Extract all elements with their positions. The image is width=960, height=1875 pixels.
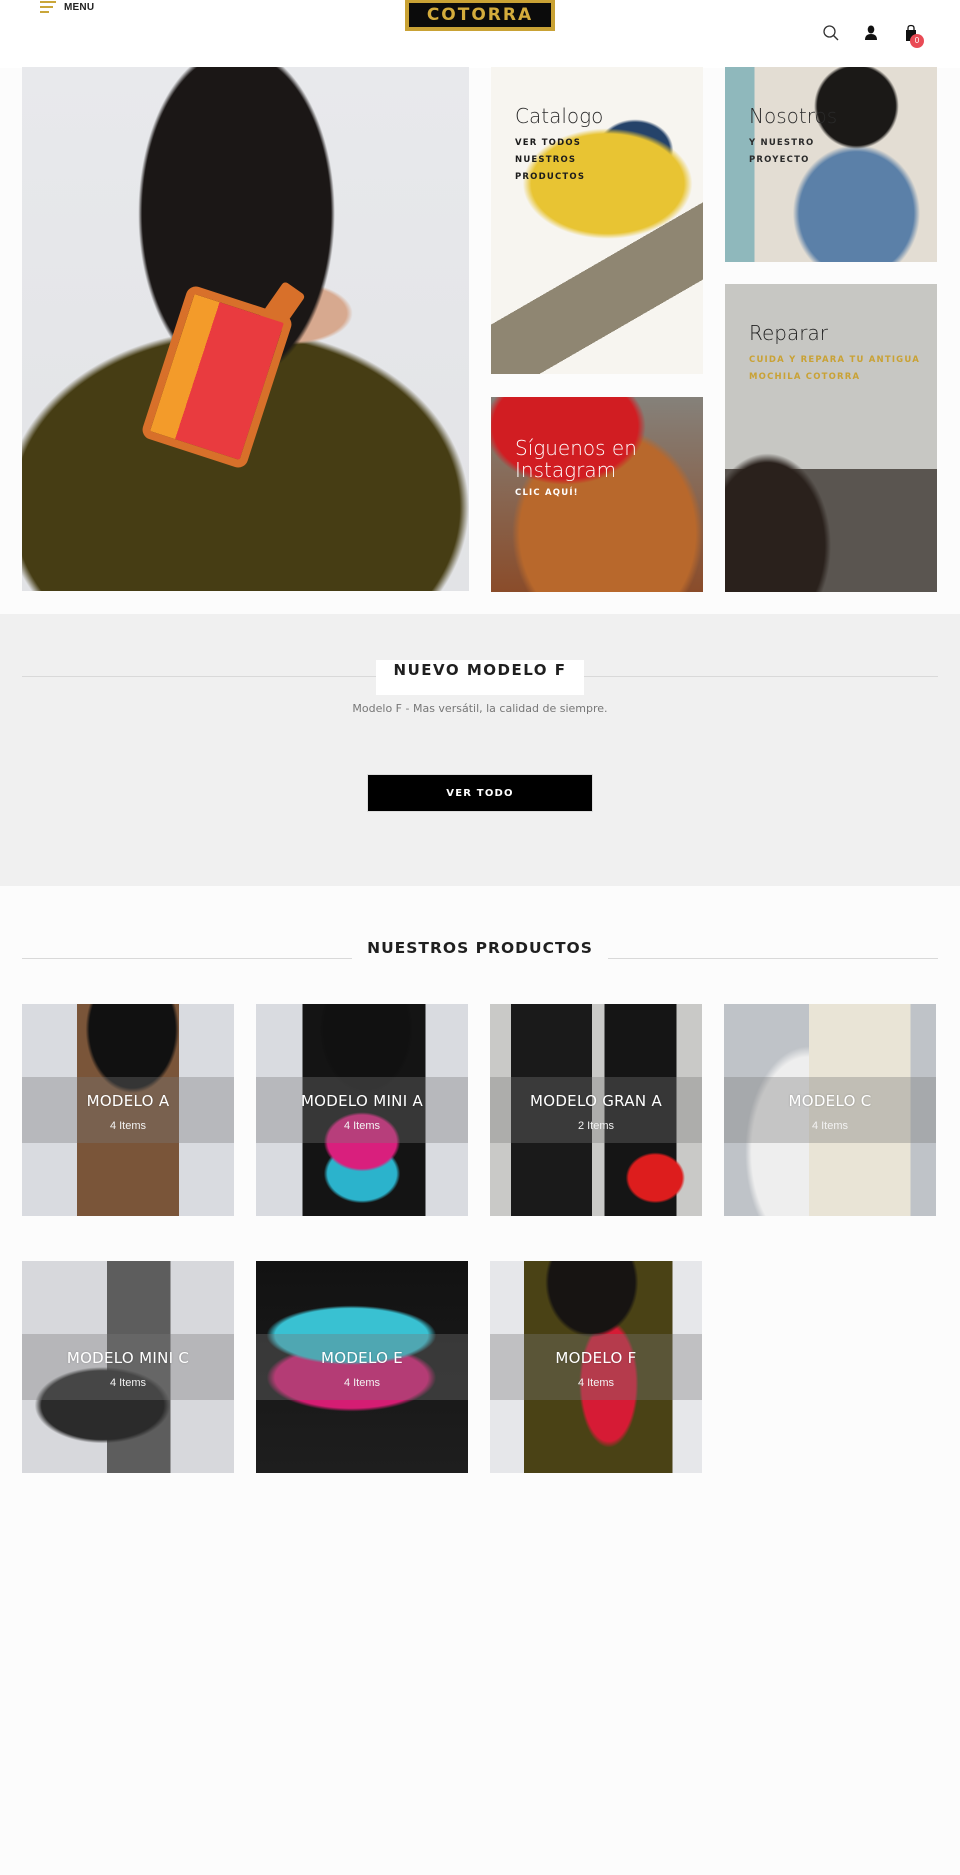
nuevo-modelo-title: NUEVO MODELO F [393, 661, 567, 679]
product-name: MODELO A [86, 1092, 170, 1110]
tile-subtitle: CLIC AQUÍ! [515, 488, 579, 498]
cart-button[interactable]: 0 [902, 24, 924, 48]
tile-subtitle: Y NUESTRO PROYECTO [749, 138, 815, 165]
product-card-modelo-c[interactable]: MODELO C 4 Items [724, 1004, 936, 1216]
product-card-modelo-gran-a[interactable]: MODELO GRAN A 2 Items [490, 1004, 702, 1216]
product-count: 4 Items [109, 1377, 147, 1389]
product-name: MODELO F [555, 1349, 637, 1367]
tile-subtitle: VER TODOS NUESTROS PRODUCTOS [515, 138, 586, 182]
hamburger-icon [40, 1, 56, 13]
nuevo-modelo-subtitle: Modelo F - Mas versátil, la calidad de s… [352, 702, 608, 715]
productos-title: NUESTROS PRODUCTOS [367, 939, 593, 957]
product-name: MODELO E [320, 1349, 404, 1367]
tile-title: Catalogo [515, 104, 604, 128]
productos-title-box: NUESTROS PRODUCTOS [352, 937, 608, 979]
tile-nosotros[interactable]: Nosotros Y NUESTRO PROYECTO [725, 67, 937, 262]
product-count: 2 Items [577, 1120, 615, 1132]
product-name: MODELO MINI A [300, 1092, 424, 1110]
site-logo[interactable]: COTORRA [405, 0, 555, 31]
search-icon [823, 25, 839, 41]
cart-count-badge: 0 [910, 34, 924, 48]
bag-illustration [139, 283, 295, 471]
product-card-modelo-mini-a[interactable]: MODELO MINI A 4 Items [256, 1004, 468, 1216]
product-card-modelo-mini-c[interactable]: MODELO MINI C 4 Items [22, 1261, 234, 1473]
product-name: MODELO MINI C [66, 1349, 190, 1367]
product-count: 4 Items [343, 1377, 381, 1389]
site-header: MENU COTORRA 0 [0, 0, 960, 68]
nuevo-modelo-title-box: NUEVO MODELO F [376, 660, 584, 695]
header-actions: 0 [822, 24, 924, 48]
product-count: 4 Items [109, 1120, 147, 1132]
product-card-modelo-e[interactable]: MODELO E 4 Items [256, 1261, 468, 1473]
product-count: 4 Items [343, 1120, 381, 1132]
hero-main-image[interactable] [22, 67, 469, 591]
menu-button[interactable]: MENU [40, 0, 94, 14]
tile-title: Reparar [749, 321, 828, 345]
account-button[interactable] [862, 24, 880, 42]
search-button[interactable] [822, 24, 840, 42]
tile-catalogo[interactable]: Catalogo VER TODOS NUESTROS PRODUCTOS [491, 67, 703, 374]
product-count: 4 Items [577, 1377, 615, 1389]
product-count: 4 Items [811, 1120, 849, 1132]
nuevo-modelo-section: NUEVO MODELO F Modelo F - Mas versátil, … [0, 614, 960, 886]
product-name: MODELO GRAN A [529, 1092, 663, 1110]
product-card-modelo-a[interactable]: MODELO A 4 Items [22, 1004, 234, 1216]
tile-title: Nosotros [749, 104, 838, 128]
product-name: MODELO C [788, 1092, 872, 1110]
tile-reparar[interactable]: Reparar CUIDA Y REPARA TU ANTIGUA MOCHIL… [725, 284, 937, 592]
user-icon [865, 25, 877, 40]
logo-text: COTORRA [426, 5, 534, 25]
tile-title: Síguenos en Instagram [515, 436, 637, 482]
product-card-modelo-f[interactable]: MODELO F 4 Items [490, 1261, 702, 1473]
tile-subtitle: CUIDA Y REPARA TU ANTIGUA MOCHILA COTORR… [749, 355, 920, 382]
tile-instagram[interactable]: Síguenos en Instagram CLIC AQUÍ! [491, 397, 703, 592]
menu-label: MENU [64, 1, 95, 13]
ver-todo-button[interactable]: VER TODO [367, 774, 593, 812]
